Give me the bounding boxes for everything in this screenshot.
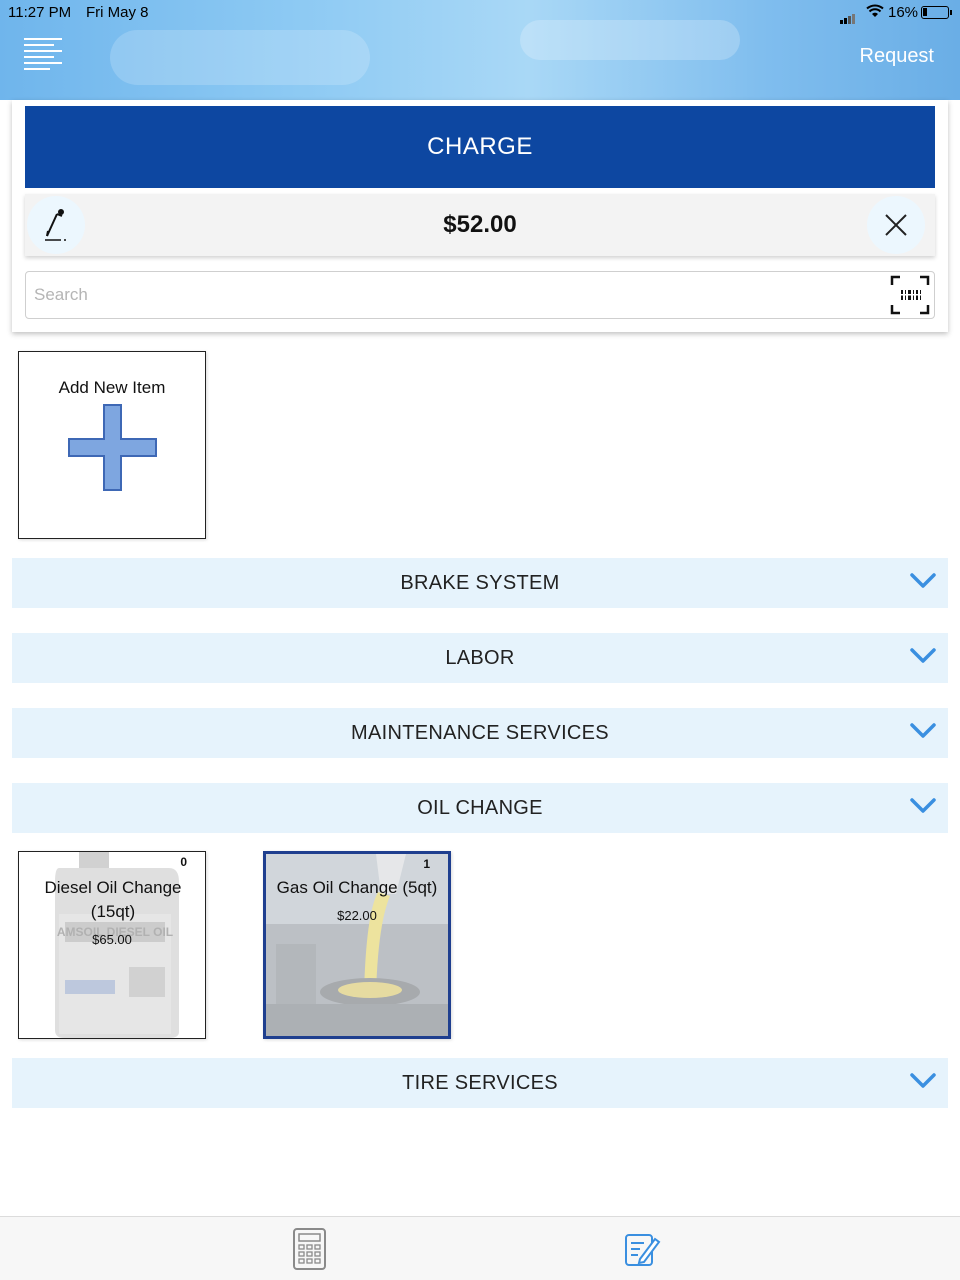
barcode-scan-icon[interactable]	[890, 275, 930, 315]
amount-row: $52.00	[25, 194, 935, 256]
chevron-down-icon	[910, 573, 936, 588]
status-time: 11:27 PM	[8, 4, 72, 21]
charge-button[interactable]: CHARGE	[25, 106, 935, 188]
chevron-down-icon	[910, 798, 936, 813]
item-name: Diesel Oil Change (15qt)	[44, 878, 182, 921]
battery-icon	[921, 6, 949, 19]
category-title: LABOR	[445, 647, 515, 669]
signal-icon	[840, 7, 856, 24]
charge-amount: $52.00	[443, 211, 517, 238]
category-title: TIRE SERVICES	[402, 1072, 558, 1094]
bottom-tab-bar	[0, 1216, 960, 1280]
category-oil-change[interactable]: OIL CHANGE	[12, 783, 948, 833]
header: 11:27 PM Fri May 8 16% Request	[0, 0, 960, 100]
edit-list-icon[interactable]	[622, 1227, 662, 1271]
item-tile-gas-oil-change[interactable]: 1 Gas Oil Change (5qt) $22.00	[263, 851, 451, 1039]
close-icon[interactable]	[867, 196, 925, 254]
item-count: 0	[180, 855, 187, 869]
chevron-down-icon	[910, 648, 936, 663]
category-maintenance-services[interactable]: MAINTENANCE SERVICES	[12, 708, 948, 758]
battery-percent: 16%	[888, 4, 919, 21]
charge-panel: CHARGE $52.00	[12, 100, 948, 332]
wifi-icon	[866, 4, 884, 21]
item-count: 1	[423, 857, 430, 871]
plus-icon	[68, 404, 158, 497]
category-tire-services[interactable]: TIRE SERVICES	[12, 1058, 948, 1108]
category-labor[interactable]: LABOR	[12, 633, 948, 683]
category-brake-system[interactable]: BRAKE SYSTEM	[12, 558, 948, 608]
item-price: $65.00	[92, 932, 132, 947]
add-new-item-tile[interactable]: Add New Item	[18, 351, 206, 539]
search-bar	[25, 271, 935, 319]
app-root: 11:27 PM Fri May 8 16% Request CHARGE $5…	[0, 0, 960, 1280]
item-price: $22.00	[337, 908, 377, 923]
calculator-icon[interactable]	[290, 1227, 330, 1271]
add-new-item-label: Add New Item	[58, 378, 166, 397]
search-input[interactable]	[26, 272, 876, 318]
chevron-down-icon	[910, 723, 936, 738]
chevron-down-icon	[910, 1073, 936, 1088]
menu-lines-icon[interactable]	[24, 38, 64, 76]
request-button[interactable]: Request	[860, 45, 935, 68]
category-title: MAINTENANCE SERVICES	[351, 722, 609, 744]
item-name: Gas Oil Change (5qt)	[276, 878, 438, 897]
item-tile-diesel-oil-change[interactable]: AMSOIL DIESEL OIL 0 Diesel Oil Change (1…	[18, 851, 206, 1039]
status-date: Fri May 8	[86, 4, 149, 21]
status-bar: 11:27 PM Fri May 8 16%	[0, 0, 960, 24]
category-title: BRAKE SYSTEM	[400, 572, 560, 594]
category-title: OIL CHANGE	[417, 797, 543, 819]
